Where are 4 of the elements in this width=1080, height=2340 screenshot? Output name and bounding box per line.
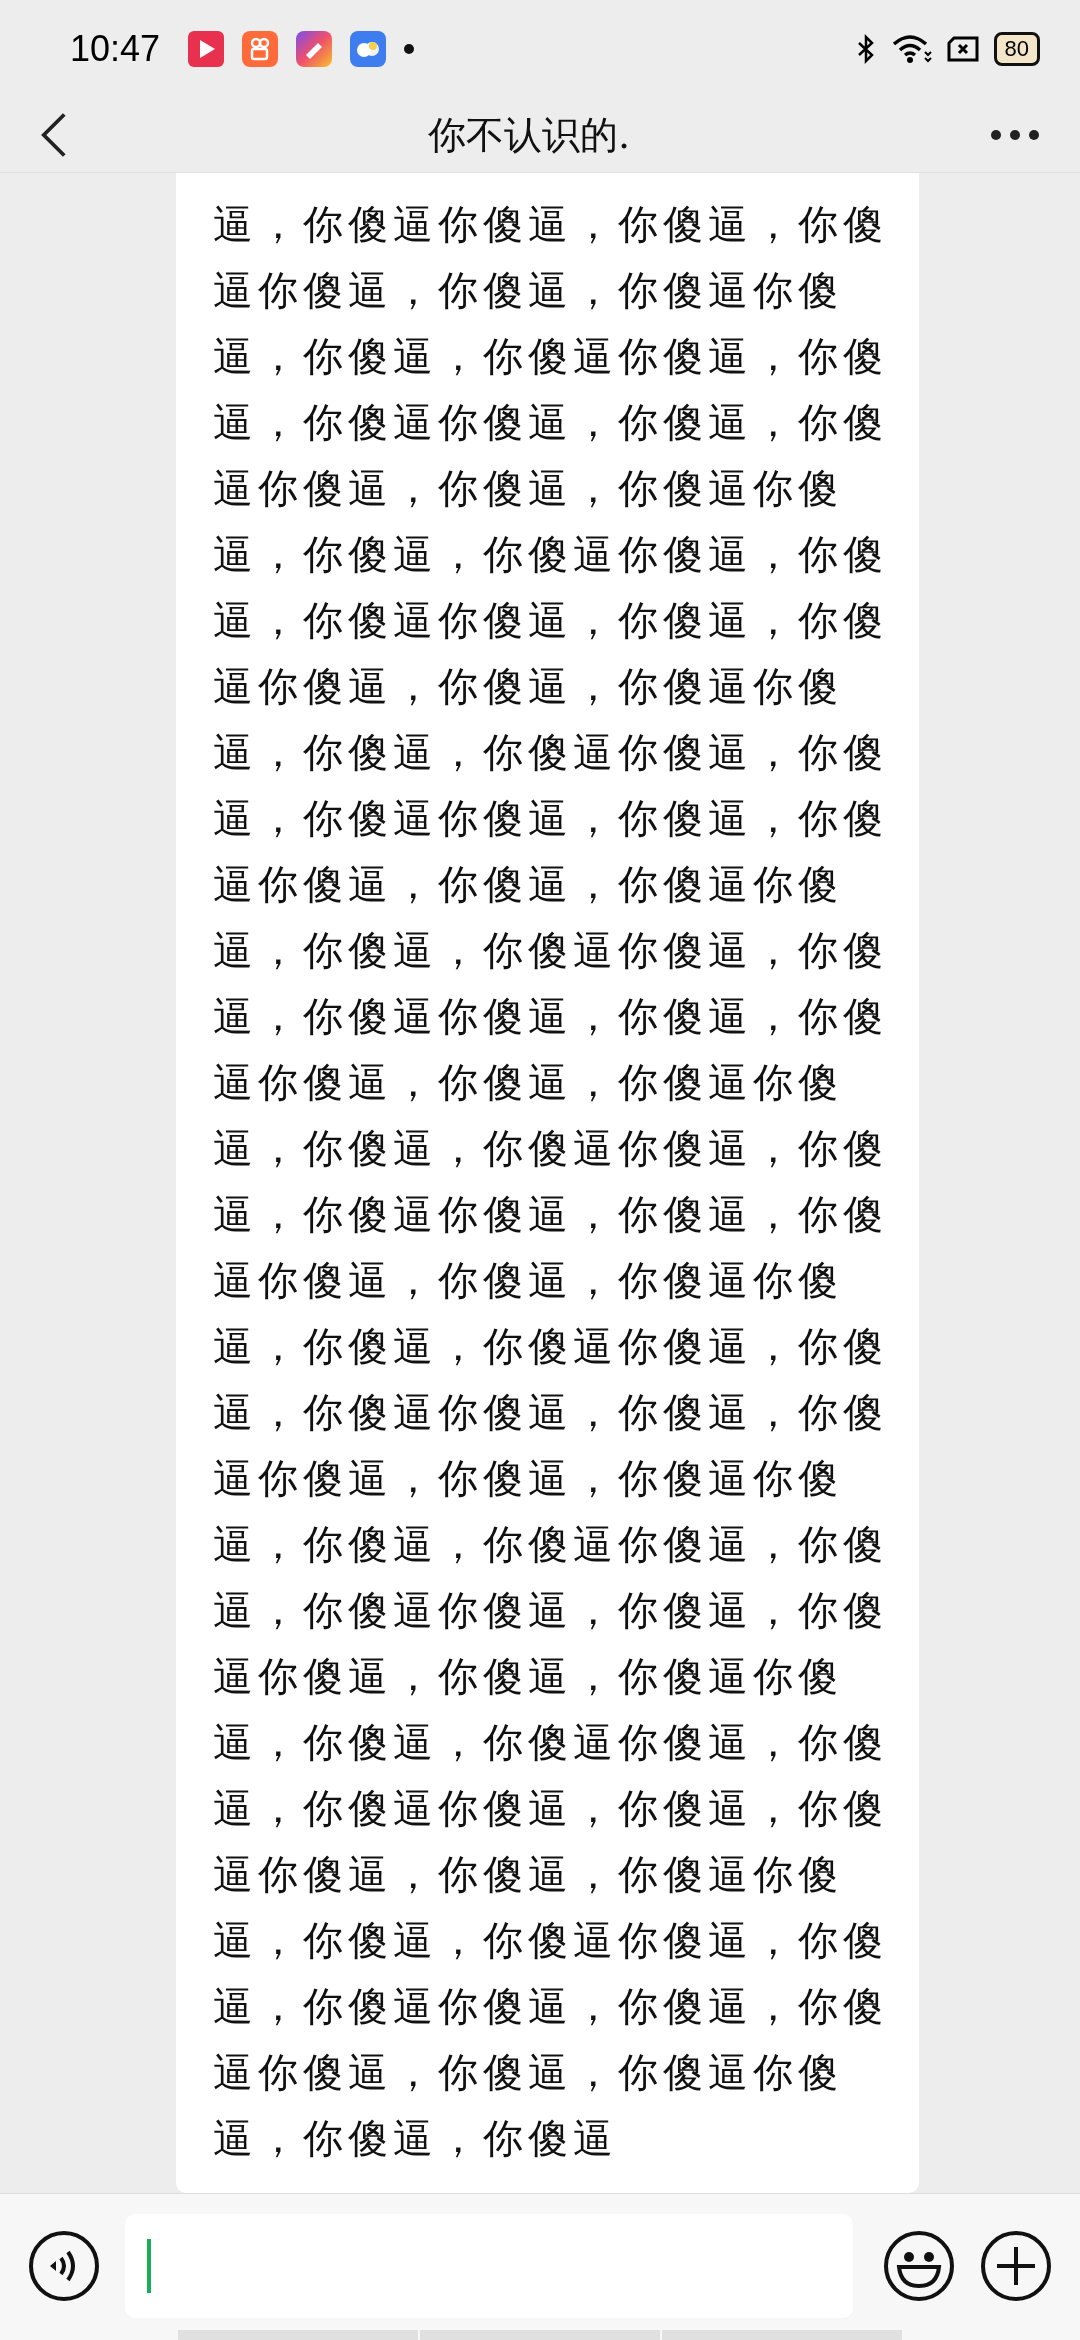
message-text: 逼，你傻逼你傻逼，你傻逼，你傻逼你傻逼，你傻逼，你傻逼你傻逼，你傻逼，你傻逼你傻逼，你傻逼，你傻逼你傻逼，你傻逼，你傻逼你傻逼，你傻逼，你傻逼你傻逼，你傻逼，你傻逼你傻逼，你傻逼，你傻逼你傻逼，你傻逼，你傻逼你傻逼，你傻逼，你傻逼你傻逼，你傻逼，你傻逼你傻逼，你傻逼，你傻逼你傻逼，你傻逼，你傻逼你傻逼，你傻逼，你傻逼你傻逼，你傻逼，你傻逼你傻逼，你傻逼，你傻逼你傻逼，你傻逼，你傻逼你傻逼，你傻逼，你傻逼你傻逼，你傻逼，你傻逼你傻逼，你傻逼，你傻逼你傻逼，你傻逼，你傻逼你傻逼，你傻逼，你傻逼你傻逼，你傻逼，你傻逼你傻逼，你傻逼，你傻逼你傻逼，你傻逼，你傻逼你傻逼，你傻逼，你傻逼你傻逼，你傻逼，你傻逼你傻逼，你傻逼，你傻逼你傻逼，你傻逼，你傻逼你傻逼，你傻逼，你傻逼你傻逼，你傻逼，你傻逼你傻逼，你傻逼，你傻逼你傻逼，你傻逼，你傻逼你傻逼，你傻逼，你傻逼你傻逼，你傻逼，你傻逼你傻逼，你傻逼，你傻逼你傻逼，你傻逼，你傻逼你傻逼，你傻逼，你傻逼你傻逼，你傻逼，你傻逼: [212, 200, 889, 2163]
battery-level: 80: [993, 32, 1040, 67]
status-time: 10:47: [70, 28, 161, 71]
chat-title: 你不认识的.: [427, 111, 631, 159]
